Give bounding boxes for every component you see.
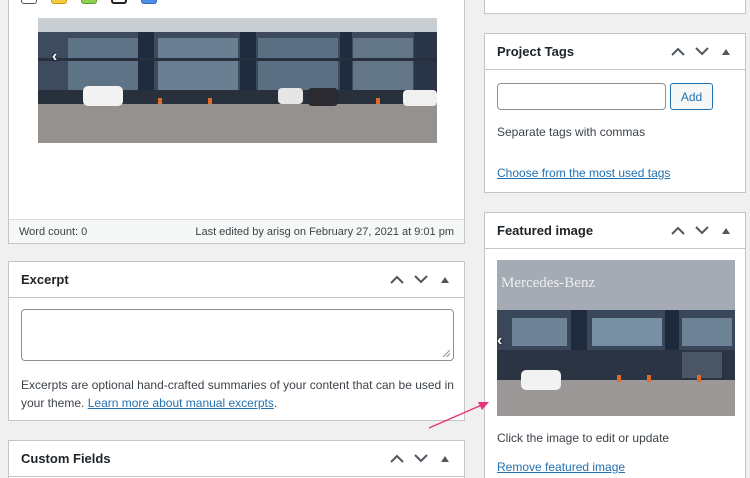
featured-help-text: Click the image to edit or update — [497, 431, 670, 445]
chevron-down-icon[interactable] — [410, 448, 432, 470]
post-editor: ‹ Word count: 0 Last edited by arisg on … — [8, 0, 465, 244]
tag-input[interactable] — [497, 83, 666, 110]
featured-image-header: Featured image — [485, 213, 745, 249]
editor-status-bar: Word count: 0 Last edited by arisg on Fe… — [9, 219, 464, 243]
excerpt-box: Excerpt Excerpts are optional hand-craft… — [8, 261, 465, 421]
toolbar-doc-icon[interactable] — [21, 0, 37, 4]
custom-fields-box: Custom Fields — [8, 440, 465, 478]
excerpt-handle-actions — [386, 269, 456, 291]
toolbar-app-icon[interactable] — [141, 0, 157, 4]
add-tag-button[interactable]: Add — [670, 83, 713, 110]
featured-sign-text: Mercedes-Benz — [501, 275, 595, 291]
editor-toolbar — [21, 0, 157, 4]
last-edited: Last edited by arisg on February 27, 202… — [195, 225, 454, 238]
triangle-up-icon[interactable] — [434, 269, 456, 291]
resize-grip-icon[interactable] — [443, 350, 450, 357]
featured-image-title: Featured image — [497, 223, 594, 238]
annotation-arrow-icon — [428, 402, 489, 429]
custom-fields-header: Custom Fields — [9, 441, 464, 477]
editor-embedded-image[interactable]: ‹ — [38, 18, 437, 143]
sidebar-box-above — [484, 0, 746, 14]
chevron-down-icon[interactable] — [691, 220, 713, 242]
remove-featured-image-link[interactable]: Remove featured image — [497, 460, 625, 474]
project-tags-box: Project Tags Add Separate tags with comm… — [484, 33, 746, 193]
triangle-up-icon[interactable] — [715, 41, 737, 63]
chevron-down-icon[interactable] — [691, 41, 713, 63]
triangle-up-icon[interactable] — [715, 220, 737, 242]
featured-image-box: Featured image Mercedes-Benz ‹ Click the… — [484, 212, 746, 478]
featured-image-handle-actions — [667, 220, 737, 242]
excerpt-textarea[interactable] — [21, 309, 454, 361]
most-used-tags-link[interactable]: Choose from the most used tags — [497, 166, 670, 180]
project-tags-header: Project Tags — [485, 34, 745, 70]
tag-help-text: Separate tags with commas — [497, 125, 646, 139]
excerpt-learn-more-link[interactable]: Learn more about manual excerpts — [88, 396, 274, 410]
custom-fields-title: Custom Fields — [21, 451, 111, 466]
toolbar-frame-icon[interactable] — [111, 0, 127, 4]
chevron-down-icon[interactable] — [410, 269, 432, 291]
chevron-up-icon[interactable] — [667, 220, 689, 242]
chevron-up-icon[interactable] — [386, 269, 408, 291]
showroom-photo — [38, 18, 437, 143]
excerpt-title: Excerpt — [21, 272, 69, 287]
custom-fields-handle-actions — [386, 448, 456, 470]
featured-showroom-photo: Mercedes-Benz — [497, 260, 735, 416]
featured-image-thumbnail[interactable]: Mercedes-Benz ‹ — [497, 260, 735, 416]
slider-prev-icon[interactable]: ‹ — [52, 48, 57, 66]
toolbar-shape-icon[interactable] — [51, 0, 67, 4]
toolbar-media-icon[interactable] — [81, 0, 97, 4]
excerpt-header: Excerpt — [9, 262, 464, 298]
excerpt-help: Excerpts are optional hand-crafted summa… — [21, 378, 454, 410]
project-tags-title: Project Tags — [497, 44, 575, 59]
chevron-up-icon[interactable] — [667, 41, 689, 63]
slider-prev-icon[interactable]: ‹ — [497, 332, 502, 350]
triangle-up-icon[interactable] — [434, 448, 456, 470]
project-tags-handle-actions — [667, 41, 737, 63]
word-count: Word count: 0 — [19, 225, 88, 238]
chevron-up-icon[interactable] — [386, 448, 408, 470]
